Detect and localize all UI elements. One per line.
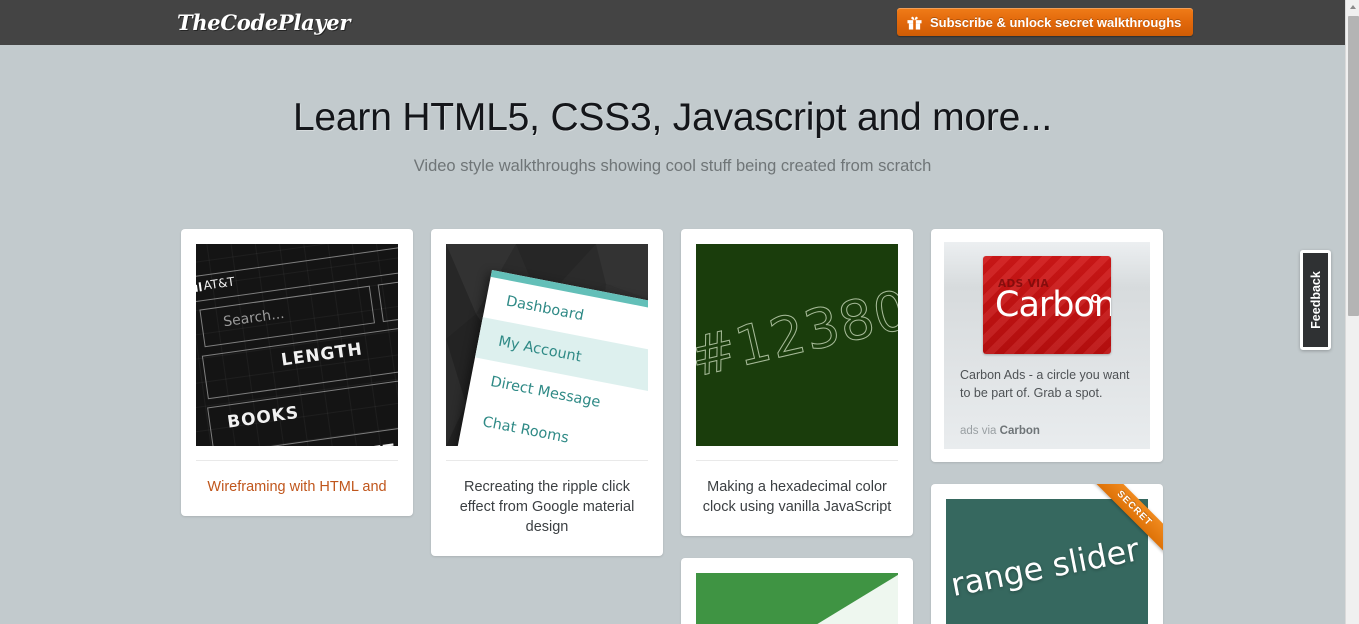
green-triangle [696,573,898,624]
page-root: TheCodePlayer Follow Contact Search Subs [0,0,1359,624]
feedback-tab[interactable]: Feedback [1300,250,1331,350]
signal-bars-icon [196,282,202,293]
card-title-hexclock: Making a hexadecimal color clock using v… [696,460,898,521]
carbon-ad-card[interactable]: ADS VIA Carbon Carbon Ads - a circle you… [931,229,1163,462]
scrollbar-thumb[interactable] [1348,16,1359,316]
carbon-ad-inner: ADS VIA Carbon Carbon Ads - a circle you… [944,242,1150,449]
carbon-dot-icon [1091,294,1100,303]
site-logo[interactable]: TheCodePlayer [177,10,350,35]
thumbnail-ripple: Dashboard My Account Direct Message Chat… [446,244,648,446]
page-viewport: TheCodePlayer Follow Contact Search Subs [0,0,1345,624]
thumbnail-hexclock: #123805 [696,244,898,446]
grid-column-3: #123805 Making a hexadecimal color clock… [681,229,913,624]
carbon-ad-attribution[interactable]: ads via Carbon [956,425,1138,437]
carbon-ad-body: Carbon Ads - a circle you want to be par… [960,368,1130,400]
ad-via-brand: Carbon [999,424,1040,437]
thumbnail-range-slider: e range slider [946,498,1148,624]
card-range-slider[interactable]: SECRET e range slider [931,483,1163,624]
card-title-ripple: Recreating the ripple click effect from … [446,460,648,541]
thumbnail-green-style: t style [696,573,898,624]
page-subtitle: Video style walkthroughs showing cool st… [413,156,932,175]
gift-icon [907,15,922,30]
grid-column-2: Dashboard My Account Direct Message Chat… [431,229,663,578]
card-green-style[interactable]: t style [681,558,913,624]
carbon-logo: ADS VIA Carbon [983,256,1111,354]
grid-column-4: ADS VIA Carbon Carbon Ads - a circle you… [931,229,1163,624]
card-title-wireframing: Wireframing with HTML and [196,460,398,501]
page-title: Learn HTML5, CSS3, Javascript and more..… [292,96,1053,139]
hero-section: Learn HTML5, CSS3, Javascript and more..… [0,45,1345,176]
feedback-tab-label: Feedback [1308,271,1323,329]
site-header: TheCodePlayer Follow Contact Search Subs [0,0,1345,45]
subscribe-button-label: Subscribe & unlock secret walkthroughs [930,14,1182,30]
scroll-up-arrow-icon[interactable] [1346,0,1359,14]
ad-via-prefix: ads via [960,424,1000,437]
wireframe-mockup: 12:34 PM AT&T Search... LENGTH BOOKS DRI… [196,244,398,446]
subscribe-button[interactable]: Subscribe & unlock secret walkthroughs [897,8,1194,36]
page-scrollbar[interactable] [1345,0,1359,624]
card-ripple[interactable]: Dashboard My Account Direct Message Chat… [431,229,663,556]
card-hexclock[interactable]: #123805 Making a hexadecimal color clock… [681,229,913,536]
thumbnail-wireframing: 12:34 PM AT&T Search... LENGTH BOOKS DRI… [196,244,398,446]
grid-column-1: 12:34 PM AT&T Search... LENGTH BOOKS DRI… [181,229,413,538]
card-wireframing[interactable]: 12:34 PM AT&T Search... LENGTH BOOKS DRI… [181,229,413,516]
